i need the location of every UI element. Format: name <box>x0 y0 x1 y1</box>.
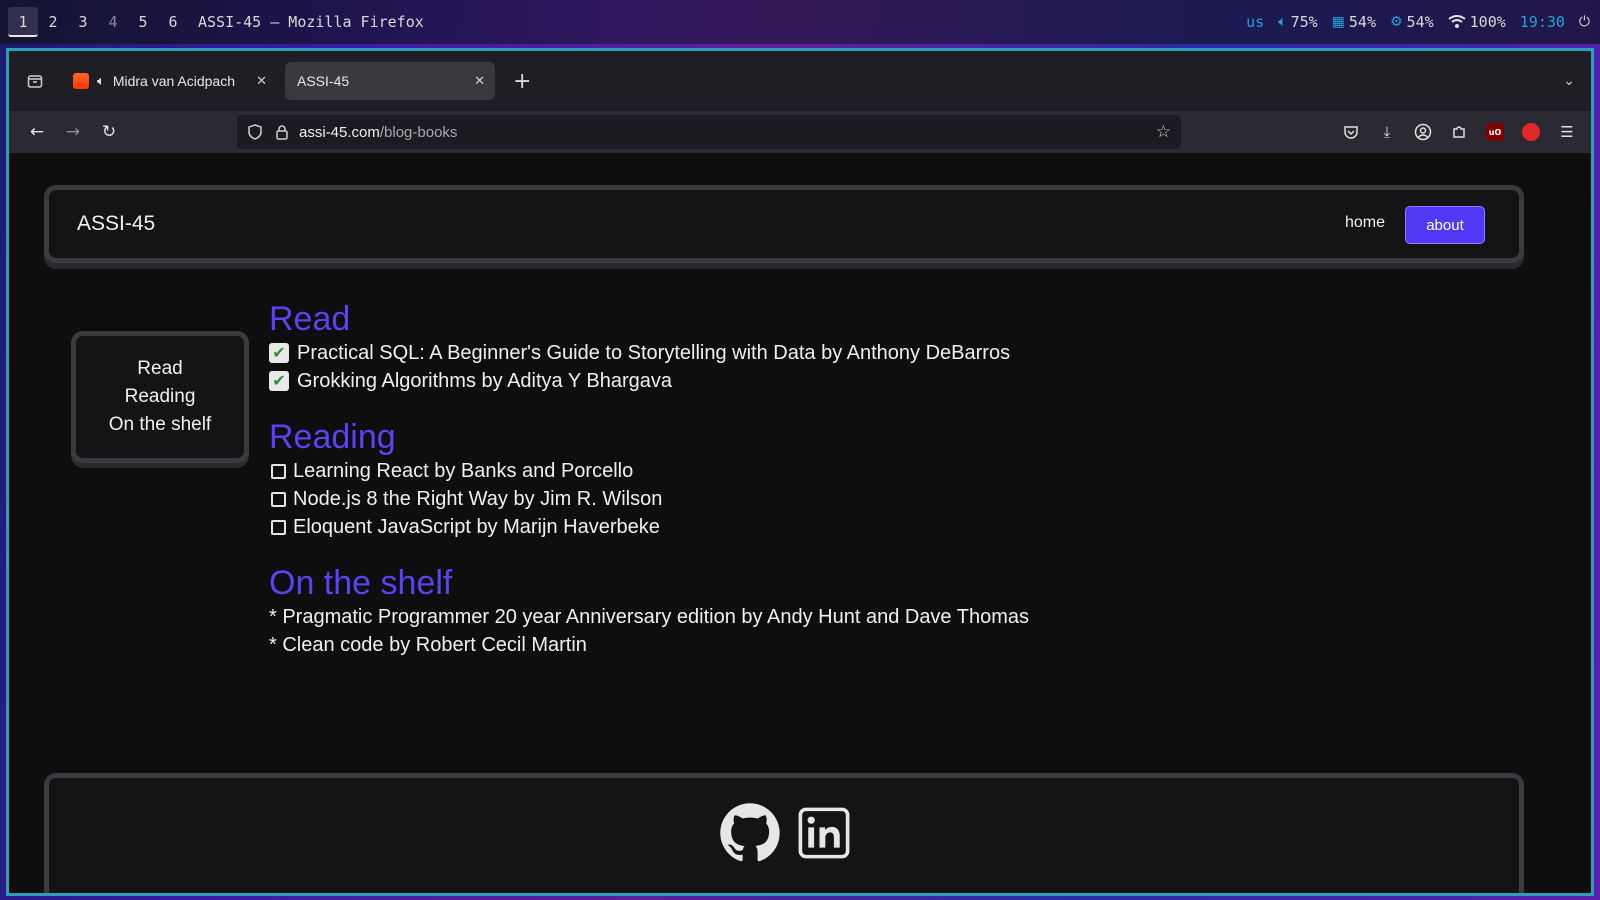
volume-indicator[interactable]: 🔈︎ 75% <box>1278 13 1318 31</box>
ublock-origin-icon[interactable]: uO <box>1485 122 1505 142</box>
wifi-indicator[interactable]: 100% <box>1448 13 1506 31</box>
web-page: ASSI-45 home about Read Reading On the s… <box>9 153 1591 893</box>
nav-home-link[interactable]: home <box>1345 214 1385 232</box>
section-title-shelf: On the shelf <box>269 564 453 602</box>
keyboard-layout[interactable]: us <box>1246 13 1264 31</box>
list-item: Eloquent JavaScript by Marijn Haverbeke <box>269 513 1369 541</box>
soundcloud-favicon-icon <box>73 73 89 89</box>
speaker-icon: 🔈︎ <box>1278 14 1287 30</box>
system-status-bar: 1 2 3 4 5 6 ASSI-45 — Mozilla Firefox us… <box>0 0 1600 44</box>
tab-assi45[interactable]: ASSI-45 ✕ <box>285 62 495 100</box>
site-footer <box>44 773 1524 893</box>
back-button[interactable]: ← <box>19 122 55 142</box>
wifi-value: 100% <box>1469 13 1506 31</box>
section-title-read: Read <box>269 300 351 338</box>
section-title-reading: Reading <box>269 418 396 456</box>
navigation-toolbar: ← → ↻ assi-45.com/blog-books ☆ ⤓ uO ☰ <box>9 111 1591 153</box>
url-path: /blog-books <box>379 123 458 141</box>
account-icon[interactable] <box>1413 122 1433 142</box>
tab-overview-icon[interactable] <box>17 63 53 99</box>
wifi-icon <box>1448 15 1466 28</box>
hamburger-menu-icon[interactable]: ☰ <box>1557 122 1577 142</box>
list-item: * Clean code by Robert Cecil Martin <box>269 634 587 656</box>
book-title: Practical SQL: A Beginner's Guide to Sto… <box>297 342 1011 364</box>
status-indicators: us 🔈︎ 75% ▦ 54% ⚙ 54% 100% 19:30 ⏻ <box>1246 0 1590 44</box>
checkmark-icon: ✔ <box>269 371 289 391</box>
new-tab-button[interactable]: + <box>513 69 531 94</box>
firefox-window: 🔈︎ Midra van Acidpach ✕ ASSI-45 ✕ + ⌄ ← … <box>6 48 1594 896</box>
workspace-1[interactable]: 1 <box>8 7 38 37</box>
url-host: assi-45.com <box>299 123 380 141</box>
cpu-indicator: ⚙ 54% <box>1390 13 1434 31</box>
empty-checkbox-icon <box>271 491 286 507</box>
books-content: Read ✔ Practical SQL: A Beginner's Guide… <box>269 299 1369 659</box>
list-item: Node.js 8 the Right Way by Jim R. Wilson <box>269 485 1369 513</box>
workspace-4[interactable]: 4 <box>98 7 128 37</box>
active-window-title: ASSI-45 — Mozilla Firefox <box>198 13 424 31</box>
list-all-tabs-icon[interactable]: ⌄ <box>1563 73 1575 89</box>
workspace-6[interactable]: 6 <box>158 7 188 37</box>
tomato-extension-icon[interactable] <box>1521 122 1541 142</box>
book-title: Learning React by Banks and Porcello <box>293 460 634 482</box>
toolbar-extensions: ⤓ uO ☰ <box>1341 111 1577 153</box>
tracking-shield-icon[interactable] <box>247 124 263 140</box>
empty-checkbox-icon <box>271 519 286 535</box>
checkmark-icon: ✔ <box>269 343 289 363</box>
book-title: Grokking Algorithms by Aditya Y Bhargava <box>297 370 673 392</box>
workspace-5[interactable]: 5 <box>128 7 158 37</box>
memory-icon: ▦ <box>1331 14 1345 30</box>
reload-button[interactable]: ↻ <box>91 122 127 142</box>
power-icon[interactable]: ⏻ <box>1579 14 1590 30</box>
tab-title: Midra van Acidpach <box>112 73 235 89</box>
close-tab-icon[interactable]: ✕ <box>256 74 267 89</box>
section-link-read[interactable]: Read <box>137 355 182 383</box>
bookmark-star-icon[interactable]: ☆ <box>1156 122 1171 142</box>
site-title[interactable]: ASSI-45 <box>77 212 155 236</box>
memory-value: 54% <box>1348 13 1376 31</box>
list-item: ✔ Practical SQL: A Beginner's Guide to S… <box>269 339 1369 367</box>
cpu-value: 54% <box>1406 13 1434 31</box>
list-item: * Pragmatic Programmer 20 year Anniversa… <box>269 606 1029 628</box>
book-title: Eloquent JavaScript by Marijn Haverbeke <box>293 516 660 538</box>
url-bar[interactable]: assi-45.com/blog-books ☆ <box>237 115 1181 149</box>
section-link-shelf[interactable]: On the shelf <box>109 411 211 439</box>
social-links <box>719 802 855 864</box>
pocket-icon[interactable] <box>1341 122 1361 142</box>
section-link-reading[interactable]: Reading <box>125 383 196 411</box>
close-tab-icon[interactable]: ✕ <box>474 74 485 89</box>
list-item: ✔ Grokking Algorithms by Aditya Y Bharga… <box>269 367 1369 395</box>
forward-button[interactable]: → <box>55 122 91 142</box>
cpu-icon: ⚙ <box>1389 14 1403 30</box>
clock: 19:30 <box>1519 13 1565 31</box>
tab-strip: 🔈︎ Midra van Acidpach ✕ ASSI-45 ✕ + ⌄ <box>9 51 1591 111</box>
workspace-2[interactable]: 2 <box>38 7 68 37</box>
nav-about-button[interactable]: about <box>1405 206 1485 244</box>
section-nav-box: Read Reading On the shelf <box>71 331 249 463</box>
lock-icon[interactable] <box>275 124 289 140</box>
workspace-switcher: 1 2 3 4 5 6 <box>0 0 188 44</box>
github-icon[interactable] <box>719 802 781 864</box>
linkedin-icon[interactable] <box>793 802 855 864</box>
audio-playing-icon[interactable]: 🔈︎ <box>97 74 105 89</box>
list-item: Learning React by Banks and Porcello <box>269 457 1369 485</box>
memory-indicator: ▦ 54% <box>1332 13 1376 31</box>
workspace-3[interactable]: 3 <box>68 7 98 37</box>
downloads-icon[interactable]: ⤓ <box>1377 122 1397 142</box>
extensions-puzzle-icon[interactable] <box>1449 122 1469 142</box>
tab-title: ASSI-45 <box>297 73 350 89</box>
book-title: Node.js 8 the Right Way by Jim R. Wilson <box>293 488 663 510</box>
volume-value: 75% <box>1290 13 1318 31</box>
tab-midra[interactable]: 🔈︎ Midra van Acidpach ✕ <box>61 62 277 100</box>
site-header: ASSI-45 home about <box>44 185 1524 263</box>
empty-checkbox-icon <box>271 463 286 479</box>
